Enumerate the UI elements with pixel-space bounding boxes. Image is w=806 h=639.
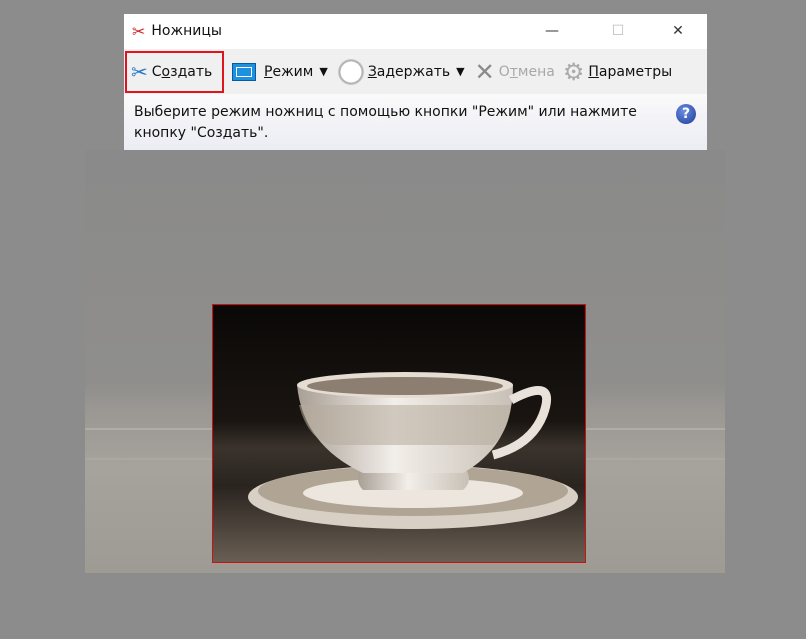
- maximize-button[interactable]: ☐: [595, 14, 641, 48]
- close-button[interactable]: ✕: [655, 14, 701, 48]
- scissors-app-icon: ✂: [132, 21, 146, 41]
- delay-label: Задержать: [367, 63, 451, 80]
- delay-dropdown-arrow[interactable]: ▼: [456, 65, 464, 78]
- instruction-text: Выберите режим ножниц с помощью кнопки "…: [134, 104, 637, 141]
- cancel-button[interactable]: ✕ Отмена: [471, 52, 559, 92]
- options-button[interactable]: ⚙ Параметры: [559, 52, 676, 92]
- new-label: Создать: [151, 63, 213, 80]
- new-button[interactable]: ✂ Создать: [125, 50, 224, 93]
- mode-button[interactable]: Режим: [228, 52, 317, 92]
- gear-icon: ⚙: [562, 57, 585, 86]
- mode-dropdown-arrow[interactable]: ▼: [319, 65, 327, 78]
- minimize-button[interactable]: —: [529, 14, 575, 48]
- x-cancel-icon: ✕: [474, 57, 495, 86]
- delay-button[interactable]: Задержать: [334, 52, 454, 92]
- cancel-label: Отмена: [498, 63, 555, 80]
- options-label: Параметры: [588, 63, 673, 80]
- mode-label: Режим: [264, 63, 314, 80]
- captured-photo-teacup: [212, 304, 586, 563]
- instruction-panel: Выберите режим ножниц с помощью кнопки "…: [124, 94, 707, 150]
- help-icon[interactable]: ?: [676, 104, 696, 124]
- clock-icon: [337, 58, 364, 85]
- scissors-icon: ✂: [131, 59, 148, 84]
- snipping-tool-window: ✂ Ножницы — ☐ ✕ ✂ Создать Режим ▼ Задерж…: [124, 14, 707, 150]
- rectangle-mode-icon: [232, 62, 256, 81]
- toolbar: ✂ Создать Режим ▼ Задержать ▼ ✕ Отмена ⚙…: [124, 49, 707, 94]
- window-title: Ножницы: [151, 23, 222, 39]
